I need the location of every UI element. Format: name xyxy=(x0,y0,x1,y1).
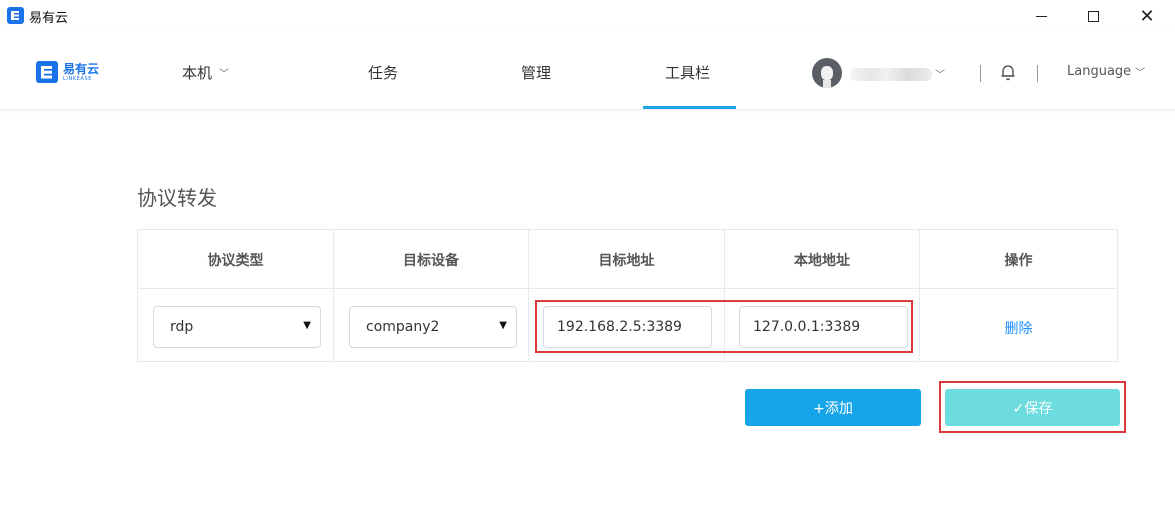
logo-text-cn: 易有云 xyxy=(63,61,100,76)
column-header-local-address: 本地地址 xyxy=(794,253,850,269)
column-header-device: 目标设备 xyxy=(403,253,459,269)
nav-item-toolbar[interactable]: 工具栏 xyxy=(665,62,710,83)
close-icon: ✕ xyxy=(1139,5,1155,27)
highlight-box-save xyxy=(939,381,1126,433)
active-tab-indicator xyxy=(643,106,736,109)
dropdown-arrow-icon: ▼ xyxy=(499,320,507,331)
protocol-value: rdp xyxy=(170,319,194,335)
brand-logo[interactable]: 易有云 LINKEASE xyxy=(36,61,99,83)
column-header-target-address: 目标地址 xyxy=(598,253,655,269)
chevron-down-icon: ﹀ xyxy=(219,69,230,80)
window-title: 易有云 xyxy=(29,11,69,26)
table-header-row: 协议类型 目标设备 目标地址 本地地址 操作 xyxy=(138,230,1117,289)
nav-item-label: 管理 xyxy=(521,64,552,82)
logo-text-en: LINKEASE xyxy=(63,75,92,82)
page-title: 协议转发 xyxy=(137,186,217,210)
avatar-icon[interactable] xyxy=(812,58,842,88)
column-header-action: 操作 xyxy=(1004,253,1033,269)
maximize-button[interactable] xyxy=(1070,0,1116,32)
user-chevron-down-icon[interactable]: ﹀ xyxy=(935,66,945,81)
chevron-down-icon: ﹀ xyxy=(1135,68,1146,79)
divider xyxy=(1037,65,1038,82)
device-select[interactable]: company2 ▼ xyxy=(349,306,517,348)
dropdown-arrow-icon: ▼ xyxy=(303,320,311,331)
nav-item-label: 任务 xyxy=(368,64,399,82)
top-navigation: 易有云 LINKEASE 本机 ﹀ 任务 管理 工具栏 ﹀ Language ﹀ xyxy=(0,32,1175,110)
add-button[interactable]: +添加 xyxy=(745,389,921,426)
app-logo-icon xyxy=(7,7,24,24)
language-label: Language xyxy=(1067,64,1132,79)
username-redacted[interactable] xyxy=(850,68,932,81)
nav-item-local[interactable]: 本机 ﹀ xyxy=(182,62,229,83)
nav-item-label: 工具栏 xyxy=(665,64,711,82)
bell-svg xyxy=(1001,65,1015,81)
nav-item-label: 本机 xyxy=(182,64,213,82)
bell-icon[interactable] xyxy=(1000,63,1016,81)
highlight-box-addresses xyxy=(535,300,913,353)
maximize-icon xyxy=(1087,10,1099,22)
protocol-select[interactable]: rdp ▼ xyxy=(153,306,321,348)
delete-link[interactable]: 删除 xyxy=(920,318,1117,338)
nav-item-tasks[interactable]: 任务 xyxy=(368,62,398,83)
nav-item-manage[interactable]: 管理 xyxy=(521,62,551,83)
divider xyxy=(980,65,981,82)
minimize-button[interactable] xyxy=(1018,0,1064,32)
device-value: company2 xyxy=(366,319,440,335)
window-titlebar: 易有云 ✕ xyxy=(0,0,1175,32)
column-header-protocol: 协议类型 xyxy=(207,253,264,269)
close-button[interactable]: ✕ xyxy=(1124,0,1170,32)
linkease-logo-icon xyxy=(36,61,58,83)
language-selector[interactable]: Language ﹀ xyxy=(1067,64,1145,79)
minimize-icon xyxy=(1035,15,1047,17)
